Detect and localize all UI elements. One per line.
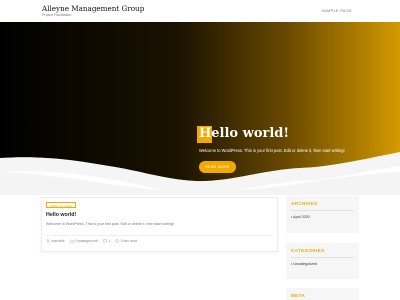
clock-icon <box>115 239 119 243</box>
archives-title: ARCHIVES <box>291 201 318 206</box>
read-more-button[interactable]: READ MORE <box>199 161 236 173</box>
category-link-label: Uncategorized <box>293 262 318 266</box>
categories-divider <box>291 257 354 258</box>
site-header: Alleyne Management Group Project Facilit… <box>0 0 400 22</box>
site-description: Project Facilitation <box>42 13 72 17</box>
folder-icon <box>69 239 74 243</box>
post-author-name: marcelle <box>51 239 65 243</box>
site-title[interactable]: Alleyne Management Group <box>42 4 144 13</box>
post-read-time: 0 sec read <box>115 239 137 243</box>
hero-banner: Hello world! Welcome to WordPress. This … <box>0 22 400 195</box>
post-card: APRIL 11, 2020 Hello world! Welcome to W… <box>41 197 278 252</box>
hero-title[interactable]: Hello world! <box>199 126 289 141</box>
post-category[interactable]: Uncategorized <box>69 239 98 243</box>
post-meta: marcelle Uncategorized 1 0 sec read <box>46 239 137 243</box>
post-author[interactable]: marcelle <box>46 239 65 243</box>
meta-title: META <box>291 293 306 298</box>
post-category-name: Uncategorized <box>75 239 98 243</box>
archive-link-april-2020[interactable]: • April 2020 <box>291 215 310 219</box>
hero-text: Welcome to WordPress. This is your first… <box>199 148 345 153</box>
archives-divider <box>291 210 354 211</box>
hero-gradient-shape <box>0 22 400 182</box>
post-date-badge[interactable]: APRIL 11, 2020 <box>46 202 76 208</box>
category-link-uncategorized[interactable]: • Uncategorized <box>291 262 317 266</box>
post-read-time-text: 0 sec read <box>120 239 138 243</box>
meta-widget: META <box>286 288 359 300</box>
categories-widget: CATEGORIES • Uncategorized <box>286 243 359 279</box>
post-excerpt: Welcome to WordPress. This is your first… <box>46 222 174 226</box>
post-title[interactable]: Hello world! <box>46 212 76 218</box>
post-divider <box>46 235 273 236</box>
comment-icon <box>103 239 107 243</box>
post-comment-count: 1 <box>108 239 111 243</box>
post-comments[interactable]: 1 <box>103 239 110 243</box>
categories-title: CATEGORIES <box>291 248 325 253</box>
user-icon <box>46 239 50 243</box>
archive-link-label: April 2020 <box>293 215 310 219</box>
nav-item-sample-page[interactable]: SAMPLE PAGE <box>321 9 352 13</box>
archives-widget: ARCHIVES • April 2020 <box>286 196 359 233</box>
